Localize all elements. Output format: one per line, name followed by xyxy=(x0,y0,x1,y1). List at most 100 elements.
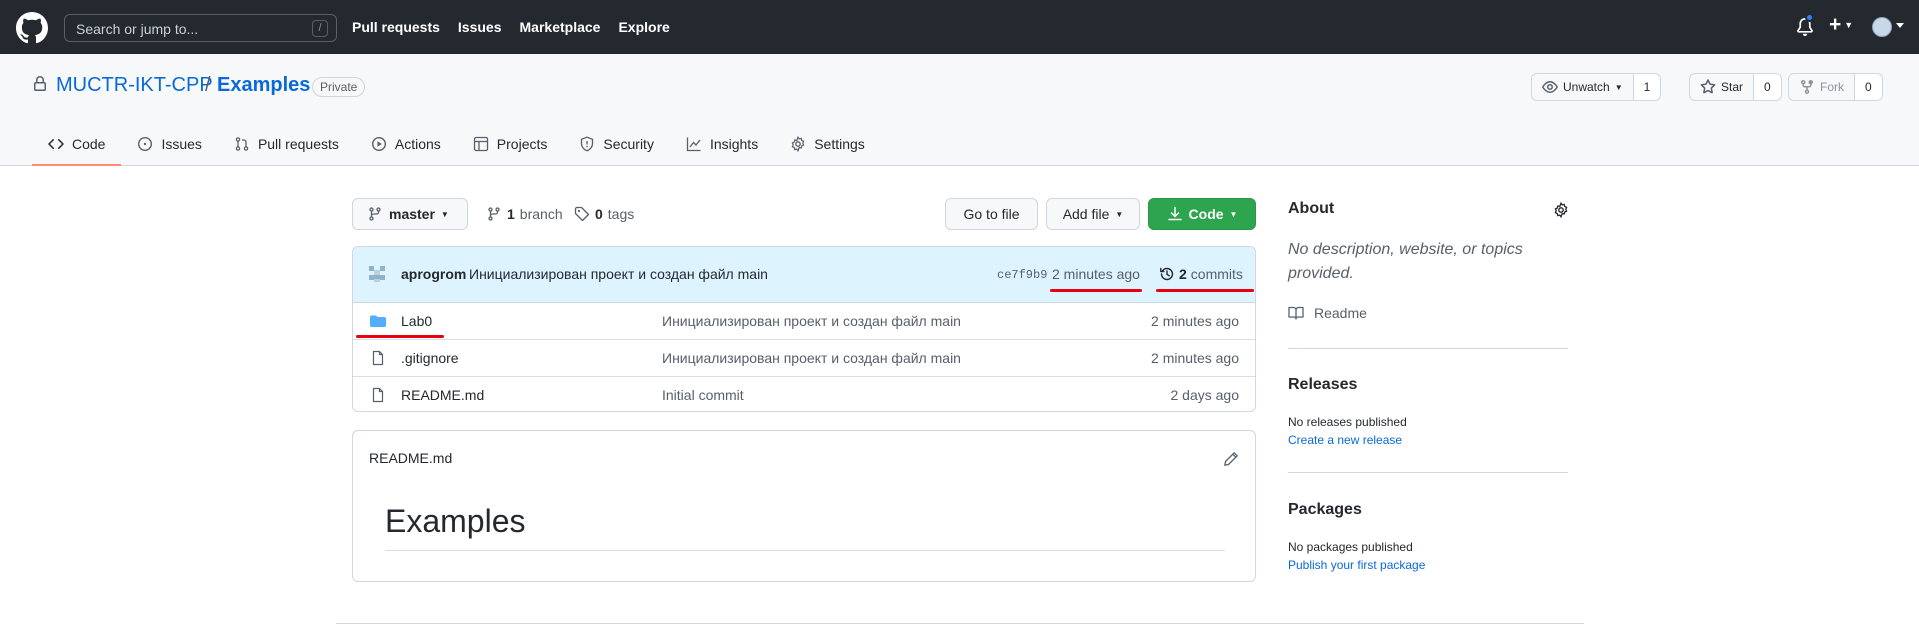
file-name-link[interactable]: Lab0 xyxy=(401,313,432,329)
fork-count[interactable]: 0 xyxy=(1855,73,1883,101)
tag-count: 0 xyxy=(595,206,603,222)
gear-icon[interactable] xyxy=(1553,202,1569,218)
book-icon xyxy=(1288,306,1304,320)
tab-label: Settings xyxy=(814,136,865,152)
branch-selector[interactable]: master ▼ xyxy=(352,198,468,230)
readme-panel: README.md Examples xyxy=(352,430,1256,582)
file-name-link[interactable]: .gitignore xyxy=(401,350,459,366)
chevron-down-icon: ▼ xyxy=(1115,209,1124,219)
create-release-link[interactable]: Create a new release xyxy=(1288,433,1402,447)
chevron-down-icon: ▼ xyxy=(1614,82,1623,92)
add-file-label: Add file xyxy=(1062,206,1110,222)
add-file-button[interactable]: Add file ▼ xyxy=(1046,198,1140,230)
fork-icon xyxy=(1801,80,1813,95)
git-branch-icon xyxy=(488,207,500,221)
nav-marketplace[interactable]: Marketplace xyxy=(520,19,601,35)
commit-history-link[interactable]: 2 commits xyxy=(1159,266,1243,282)
file-list: aprogrom Инициализирован проект и создан… xyxy=(352,246,1256,412)
code-download-button[interactable]: Code ▼ xyxy=(1148,198,1256,230)
star-count[interactable]: 0 xyxy=(1754,73,1782,101)
tab-actions[interactable]: Actions xyxy=(355,122,457,166)
user-avatar[interactable] xyxy=(1872,17,1892,37)
tab-label: Code xyxy=(72,136,106,152)
go-to-file-button[interactable]: Go to file xyxy=(945,198,1038,230)
tag-count-link[interactable]: 0 tags xyxy=(574,206,634,222)
red-underline-annotation xyxy=(1050,289,1142,292)
readme-sidebar-link[interactable]: Readme xyxy=(1288,305,1367,321)
watch-button-group: Unwatch ▼ 1 xyxy=(1531,73,1662,101)
tag-icon xyxy=(574,206,590,222)
file-age: 2 days ago xyxy=(1170,387,1240,403)
commit-message-link[interactable]: Инициализирован проект и создан файл mai… xyxy=(469,266,768,282)
file-row[interactable]: Lab0 Инициализирован проект и создан фай… xyxy=(353,303,1255,340)
pull-request-icon xyxy=(235,137,249,151)
nav-explore[interactable]: Explore xyxy=(618,19,669,35)
commit-count-label: commits xyxy=(1190,266,1243,282)
branch-count-link[interactable]: 1 branch xyxy=(486,206,563,222)
star-button[interactable]: Star xyxy=(1689,73,1755,101)
tab-insights[interactable]: Insights xyxy=(670,122,774,166)
readme-heading: Examples xyxy=(385,503,526,539)
table-icon xyxy=(473,136,488,152)
packages-title[interactable]: Packages xyxy=(1288,501,1362,519)
commit-author-link[interactable]: aprogrom xyxy=(401,266,466,282)
chevron-down-icon xyxy=(1896,23,1904,28)
repo-owner-link[interactable]: MUCTR-IKT-CPP xyxy=(56,74,213,97)
commit-time[interactable]: 2 minutes ago xyxy=(1052,266,1140,282)
global-nav: Pull requests Issues Marketplace Explore xyxy=(352,19,670,35)
tab-label: Pull requests xyxy=(257,136,339,152)
tab-projects[interactable]: Projects xyxy=(457,122,564,166)
sidebar-divider xyxy=(1288,472,1568,473)
repo-name-link[interactable]: Examples xyxy=(217,74,310,97)
issue-icon xyxy=(138,136,153,152)
tag-count-label: tags xyxy=(607,206,635,222)
tab-label: Issues xyxy=(161,136,202,152)
shield-icon xyxy=(581,136,594,152)
commit-sha-link[interactable]: ce7f9b9 xyxy=(997,268,1047,282)
tab-settings[interactable]: Settings xyxy=(774,122,881,166)
tab-security[interactable]: Security xyxy=(563,122,670,166)
tab-pull-requests[interactable]: Pull requests xyxy=(218,122,355,166)
red-underline-annotation xyxy=(356,335,444,338)
nav-issues[interactable]: Issues xyxy=(458,19,502,35)
file-commit-message[interactable]: Инициализирован проект и создан файл mai… xyxy=(662,313,961,329)
file-name-link[interactable]: README.md xyxy=(401,387,484,403)
gear-icon xyxy=(791,136,805,152)
git-branch-icon xyxy=(369,207,381,221)
github-logo-icon[interactable] xyxy=(16,12,48,44)
file-commit-message[interactable]: Инициализирован проект и создан файл mai… xyxy=(662,350,961,366)
commit-author-avatar[interactable] xyxy=(367,264,387,284)
folder-icon xyxy=(370,315,386,327)
fork-label: Fork xyxy=(1820,80,1844,94)
play-icon xyxy=(371,136,386,152)
releases-title[interactable]: Releases xyxy=(1288,376,1357,394)
search-input[interactable]: Search or jump to... / xyxy=(64,14,337,42)
unwatch-button[interactable]: Unwatch ▼ xyxy=(1531,73,1634,101)
visibility-badge: Private xyxy=(312,77,366,97)
commit-count: 2 xyxy=(1179,266,1187,282)
file-row[interactable]: .gitignore Инициализирован проект и созд… xyxy=(353,340,1255,377)
latest-commit-bar: aprogrom Инициализирован проект и создан… xyxy=(353,247,1255,303)
file-row[interactable]: README.md Initial commit 2 days ago xyxy=(353,377,1255,414)
file-age: 2 minutes ago xyxy=(1151,350,1239,366)
publish-package-link[interactable]: Publish your first package xyxy=(1288,558,1425,572)
search-placeholder: Search or jump to... xyxy=(76,21,199,37)
branch-count: 1 xyxy=(507,206,515,222)
create-new-menu[interactable]: + ▼ xyxy=(1829,13,1853,36)
graph-icon xyxy=(686,137,701,152)
pencil-icon[interactable] xyxy=(1223,451,1239,467)
nav-pull-requests[interactable]: Pull requests xyxy=(352,19,440,35)
notification-dot xyxy=(1805,13,1814,22)
readme-divider xyxy=(385,550,1225,551)
branch-name: master xyxy=(389,206,435,222)
readme-filename[interactable]: README.md xyxy=(369,450,452,466)
tab-code[interactable]: Code xyxy=(32,122,122,166)
star-button-group: Star 0 xyxy=(1689,73,1782,101)
tab-label: Projects xyxy=(496,136,548,152)
watch-count[interactable]: 1 xyxy=(1633,73,1662,101)
fork-button-group: Fork 0 xyxy=(1788,73,1883,101)
unwatch-label: Unwatch xyxy=(1563,80,1610,94)
file-commit-message[interactable]: Initial commit xyxy=(662,387,744,403)
fork-button[interactable]: Fork xyxy=(1788,73,1855,101)
tab-issues[interactable]: Issues xyxy=(121,122,217,166)
